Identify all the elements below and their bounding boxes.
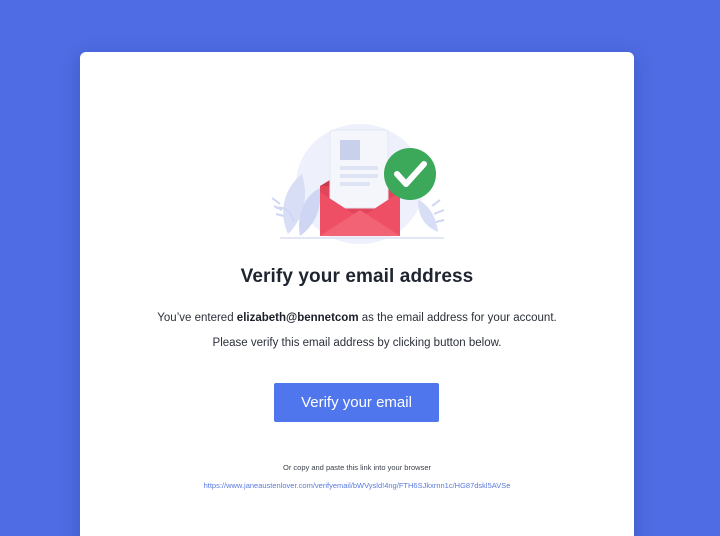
message-suffix: as the email address for your account. — [358, 312, 557, 324]
page-background: Verify your email address You’ve entered… — [0, 0, 720, 536]
verify-email-button[interactable]: Verify your email — [274, 383, 439, 422]
message-prefix: You’ve entered — [157, 312, 237, 324]
entered-email-message: You’ve entered elizabeth@bennetcom as th… — [80, 312, 634, 324]
checkmark-badge-icon — [384, 148, 436, 200]
email-card: Verify your email address You’ve entered… — [80, 52, 634, 536]
copy-link-hint: Or copy and paste this link into your br… — [283, 463, 431, 472]
page-title: Verify your email address — [240, 266, 474, 287]
verify-instruction: Please verify this email address by clic… — [212, 337, 502, 349]
leaf-decoration-right-icon — [418, 199, 445, 232]
entered-email: elizabeth@bennetcom — [236, 312, 359, 324]
document-icon — [329, 129, 389, 209]
verify-email-illustration — [271, 124, 445, 244]
verify-link[interactable]: https://www.janeaustenlover.com/verifyem… — [80, 481, 634, 490]
